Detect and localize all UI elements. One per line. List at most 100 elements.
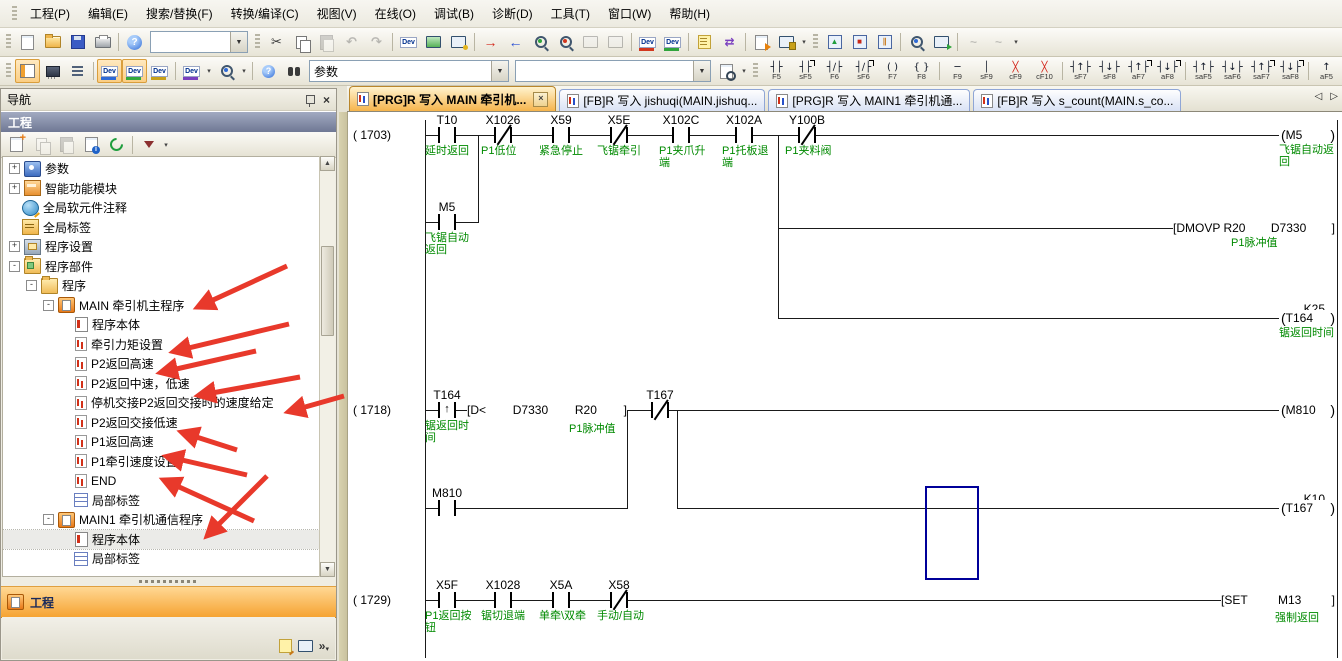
device-display-green-icon[interactable]: Dev: [660, 30, 685, 54]
tree-expander-icon[interactable]: -: [43, 300, 54, 311]
write-to-plc-icon[interactable]: →: [478, 30, 503, 54]
menu-item-find-replace[interactable]: 搜索/替换(F): [137, 4, 222, 24]
panel-splitter[interactable]: [1, 577, 336, 586]
tab-fb-jishuqi[interactable]: [FB]R 写入 jishuqi(MAIN.jishuq...: [559, 89, 765, 111]
rising-pulse-branch-button[interactable]: ┤↑├aF7: [1124, 58, 1153, 85]
vertical-line-button[interactable]: │sF9: [972, 58, 1001, 85]
tree-item-main-program[interactable]: -MAIN 牵引机主程序: [3, 296, 321, 316]
open-contact-button[interactable]: ┤├F5: [762, 58, 791, 85]
tree-item-global-device-comment[interactable]: 全局软元件注释: [3, 198, 321, 218]
tree-item-global-label[interactable]: 全局标签: [3, 218, 321, 238]
cut-icon[interactable]: ✂: [264, 30, 289, 54]
monitor-write-icon[interactable]: ∥: [872, 30, 897, 54]
toolbar-overflow-icon[interactable]: ▾: [161, 141, 171, 149]
remote-operation-icon[interactable]: [553, 30, 578, 54]
coil-M810[interactable]: (M810): [1279, 402, 1337, 417]
toolbar-grip[interactable]: [255, 34, 260, 50]
property-icon[interactable]: [79, 133, 104, 157]
close-branch-button[interactable]: ┤∕├sF6: [849, 58, 878, 85]
contact-X1028[interactable]: X1028 锯切退端: [478, 578, 528, 622]
tab-scroll-right-icon[interactable]: ▷: [1330, 91, 1338, 102]
copy-item-icon[interactable]: [29, 133, 54, 157]
menu-item-edit[interactable]: 编辑(E): [79, 4, 137, 24]
tab-prg-main[interactable]: [PRG]R 写入 MAIN 牵引机...×: [349, 86, 556, 111]
element-selection-window-icon[interactable]: [40, 59, 65, 83]
scroll-up-icon[interactable]: ▲: [320, 156, 335, 171]
device-comment-icon[interactable]: Dev: [396, 30, 421, 54]
contact-X5F[interactable]: X5F P1返回按钮: [422, 578, 472, 634]
toolbar-overflow-icon[interactable]: ▾: [1011, 38, 1021, 46]
instruction-compare[interactable]: [D< D7330 R20 ]: [467, 403, 627, 417]
tree-item-stop-handover-speed-setting[interactable]: 停机交接P2返回交接时的速度给定: [3, 393, 321, 413]
contact-X58[interactable]: X58 手动/自动: [594, 578, 644, 622]
toolbar-grip[interactable]: [753, 63, 758, 79]
contact-X59[interactable]: X59 紧急停止: [536, 113, 586, 157]
falling-pulse-button[interactable]: ┤↓├sF8: [1095, 58, 1124, 85]
ladder-help-icon[interactable]: ?: [256, 59, 281, 83]
close-contact-button[interactable]: ┤∕├F6: [820, 58, 849, 85]
refresh-icon[interactable]: [104, 133, 129, 157]
expand-views-icon[interactable]: »▾: [319, 639, 329, 653]
device-display-red-icon[interactable]: Dev: [635, 30, 660, 54]
contact-X1026[interactable]: X1026 P1低位: [478, 113, 528, 157]
contact-X102A[interactable]: X102A P1托板退端: [719, 113, 769, 169]
device-comment-display-icon[interactable]: Dev: [97, 59, 122, 83]
tree-expander-icon[interactable]: -: [26, 280, 37, 291]
close-icon[interactable]: ×: [323, 95, 330, 105]
statement-jump-icon[interactable]: [692, 30, 717, 54]
device-test-icon[interactable]: [446, 30, 471, 54]
chevron-down-icon[interactable]: ▼: [491, 61, 508, 81]
toolbar-grip[interactable]: [6, 34, 11, 50]
save-project-icon[interactable]: [65, 30, 90, 54]
open-branch-button[interactable]: ┤├sF5: [791, 58, 820, 85]
instruction-set-m13[interactable]: [SET M13 ]: [1221, 593, 1335, 607]
sampling-trace-icon[interactable]: ~: [961, 30, 986, 54]
coil-M5[interactable]: (M5) 飞锯自动返回: [1279, 127, 1337, 168]
open-project-icon[interactable]: [40, 30, 65, 54]
contact-Y100B[interactable]: Y100B P1夹料阀: [782, 113, 832, 157]
tree-item-parameter[interactable]: +参数: [3, 159, 321, 179]
tree-item-traction-torque-setting[interactable]: 牵引力矩设置: [3, 335, 321, 355]
chevron-down-icon[interactable]: ▼: [693, 61, 710, 81]
contact-X5A[interactable]: X5A 单牵\双牵: [536, 578, 586, 622]
contact-M810[interactable]: M810: [422, 486, 472, 516]
tree-item-p1-return-high-speed[interactable]: P1返回高速: [3, 432, 321, 452]
rising-pulse-button[interactable]: ┤↑├sF7: [1066, 58, 1095, 85]
tree-item-main-program-body[interactable]: 程序本体: [3, 315, 321, 335]
menu-item-online[interactable]: 在线(O): [366, 4, 425, 24]
help-icon[interactable]: ?: [122, 30, 147, 54]
undo-icon[interactable]: ↶: [339, 30, 364, 54]
connection-destination-icon[interactable]: [298, 640, 313, 652]
ladder-editor[interactable]: ( 1703) T10 延时返回 X1026 P1低位 X59 紧急停止 X5E…: [347, 112, 1342, 661]
toolbar-overflow-icon[interactable]: ▾: [799, 38, 809, 46]
paste-icon[interactable]: [314, 30, 339, 54]
toolbar-overflow-icon[interactable]: ▾: [239, 67, 249, 75]
new-item-icon[interactable]: [4, 133, 29, 157]
menu-item-view[interactable]: 视图(V): [308, 4, 366, 24]
cross-reference-icon[interactable]: [281, 59, 306, 83]
pulse-close-branch-button[interactable]: ┤↓├saF8: [1276, 58, 1305, 85]
tab-fb-scount[interactable]: [FB]R 写入 s_count(MAIN.s_co...: [973, 89, 1181, 111]
new-project-icon[interactable]: [15, 30, 40, 54]
menu-item-convert-compile[interactable]: 转换/编译(C): [222, 4, 308, 24]
monitor-start-all-icon[interactable]: [603, 30, 628, 54]
menu-item-debug[interactable]: 调试(B): [425, 4, 483, 24]
navigation-window-icon[interactable]: [15, 59, 40, 83]
find-device-combo[interactable]: ▼: [515, 60, 711, 82]
output-window-icon[interactable]: [65, 59, 90, 83]
coil-T164[interactable]: (T164) 锯返回时间: [1279, 310, 1337, 339]
tree-expander-icon[interactable]: -: [43, 514, 54, 525]
contact-T164[interactable]: T164 锯返回时间: [422, 388, 472, 444]
toolbar-grip[interactable]: [12, 6, 17, 22]
tree-item-program-parts[interactable]: -程序部件: [3, 257, 321, 277]
tree-item-main1-local-label[interactable]: 局部标签: [3, 549, 321, 569]
pulse-open-button[interactable]: ┤↑├saF5: [1189, 58, 1218, 85]
tree-item-p2-return-handover-low-speed[interactable]: P2返回交接低速: [3, 413, 321, 433]
display-content-icon[interactable]: Dev: [179, 59, 204, 83]
tree-item-program-setting[interactable]: +程序设置: [3, 237, 321, 257]
delete-horizontal-line-button[interactable]: ╳cF9: [1001, 58, 1030, 85]
menu-item-help[interactable]: 帮助(H): [660, 4, 719, 24]
contact-T10[interactable]: T10 延时返回: [422, 113, 472, 157]
monitor-start-icon[interactable]: ▲: [822, 30, 847, 54]
instruction-dmovp[interactable]: [DMOVP R20 D7330 ]: [1173, 221, 1335, 235]
